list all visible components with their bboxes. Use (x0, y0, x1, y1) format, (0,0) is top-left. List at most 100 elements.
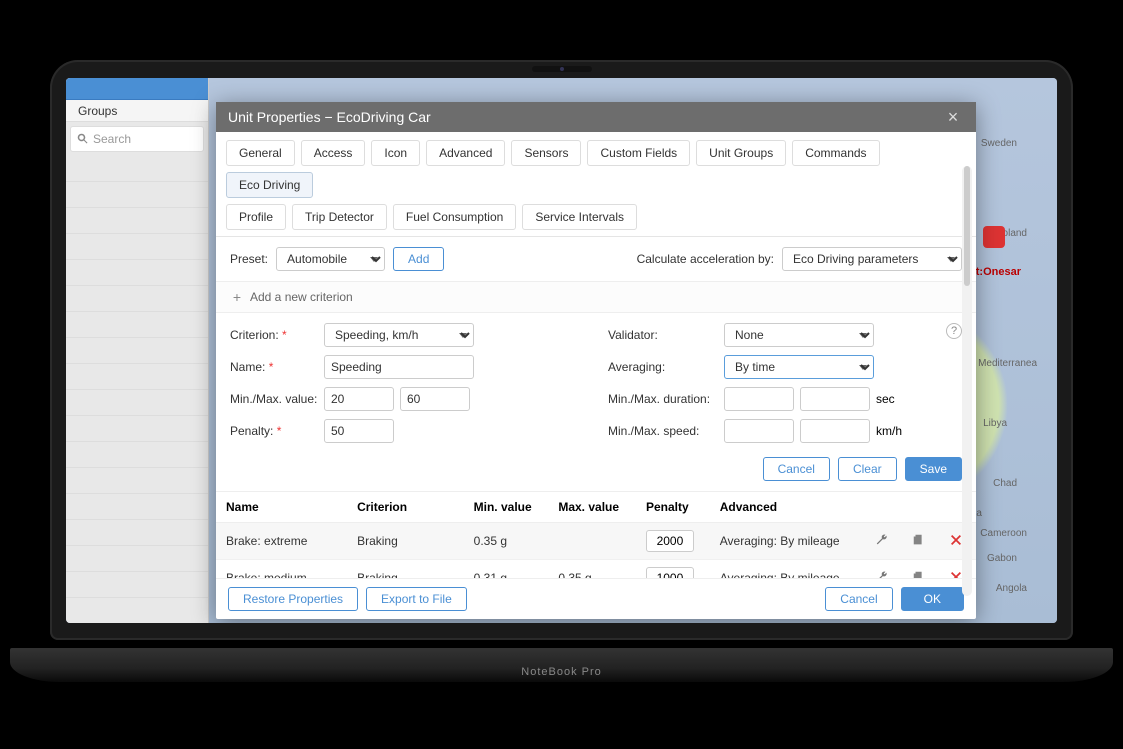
copy-icon[interactable] (912, 570, 926, 579)
list-item[interactable] (66, 390, 208, 416)
column-header[interactable]: Name (216, 492, 347, 523)
column-header[interactable]: Penalty (636, 492, 710, 523)
calc-select[interactable]: Eco Driving parameters (782, 247, 962, 271)
cancel-form-button[interactable]: Cancel (763, 457, 830, 481)
min-duration-input[interactable] (724, 387, 794, 411)
penalty-label: Penalty: (230, 424, 273, 438)
list-item[interactable] (66, 182, 208, 208)
delete-icon[interactable] (949, 570, 963, 579)
add-criterion-row[interactable]: + Add a new criterion (216, 282, 976, 313)
list-item[interactable] (66, 338, 208, 364)
copy-icon[interactable] (912, 533, 926, 547)
tab-general[interactable]: General (226, 140, 295, 166)
column-header[interactable]: Max. value (548, 492, 636, 523)
list-item[interactable] (66, 156, 208, 182)
penalty-cell-input[interactable] (646, 567, 694, 578)
cell-criterion: Braking (347, 523, 464, 560)
map-pin-icon (983, 226, 1005, 248)
column-header[interactable]: Criterion (347, 492, 464, 523)
dialog-ok-button[interactable]: OK (901, 587, 964, 611)
sidebar-tab-groups[interactable]: Groups (66, 100, 208, 122)
list-item[interactable] (66, 312, 208, 338)
cell-max: 0.35 g (548, 560, 636, 579)
calc-label: Calculate acceleration by: (637, 252, 774, 266)
list-item[interactable] (66, 364, 208, 390)
wrench-icon[interactable] (875, 570, 889, 579)
tab-profile[interactable]: Profile (226, 204, 286, 230)
tab-access[interactable]: Access (301, 140, 366, 166)
criterion-select[interactable]: Speeding, km/h (324, 323, 474, 347)
table-row: Brake: mediumBraking0.31 g0.35 gAveragin… (216, 560, 976, 579)
restore-button[interactable]: Restore Properties (228, 587, 358, 611)
wrench-icon[interactable] (875, 533, 889, 547)
add-criterion-label: Add a new criterion (250, 290, 353, 304)
tab-commands[interactable]: Commands (792, 140, 879, 166)
tab-icon[interactable]: Icon (371, 140, 420, 166)
dialog-header[interactable]: Unit Properties − EcoDriving Car × (216, 102, 976, 132)
max-value-input[interactable] (400, 387, 470, 411)
scrollbar[interactable] (962, 166, 972, 596)
list-item[interactable] (66, 546, 208, 572)
add-preset-button[interactable]: Add (393, 247, 444, 271)
tab-custom-fields[interactable]: Custom Fields (587, 140, 690, 166)
list-item[interactable] (66, 494, 208, 520)
save-form-button[interactable]: Save (905, 457, 962, 481)
delete-icon[interactable] (949, 533, 963, 547)
map-label: Cameroon (980, 528, 1027, 539)
dialog-unit-properties: Unit Properties − EcoDriving Car × Gener… (216, 102, 976, 619)
map-label: Chad (993, 478, 1017, 489)
list-item[interactable] (66, 520, 208, 546)
cell-max (548, 523, 636, 560)
min-speed-input[interactable] (724, 419, 794, 443)
duration-label: Min./Max. duration: (608, 392, 718, 406)
help-icon[interactable]: ? (946, 323, 962, 339)
cell-name: Brake: extreme (216, 523, 347, 560)
list-item[interactable] (66, 260, 208, 286)
cell-name: Brake: medium (216, 560, 347, 579)
list-item[interactable] (66, 416, 208, 442)
list-item[interactable] (66, 572, 208, 598)
plus-icon: + (230, 290, 244, 304)
preset-toolbar: Preset: Automobile Add Calculate acceler… (216, 237, 976, 282)
penalty-input[interactable] (324, 419, 394, 443)
minmax-label: Min./Max. value: (230, 392, 318, 406)
close-icon[interactable]: × (942, 106, 964, 128)
list-item[interactable] (66, 468, 208, 494)
averaging-select[interactable]: By time (724, 355, 874, 379)
clear-form-button[interactable]: Clear (838, 457, 897, 481)
list-item[interactable] (66, 442, 208, 468)
penalty-cell-input[interactable] (646, 530, 694, 552)
list-item[interactable] (66, 286, 208, 312)
sidebar-tab-blue[interactable] (66, 78, 208, 100)
min-value-input[interactable] (324, 387, 394, 411)
required-mark: * (282, 328, 287, 342)
column-header[interactable]: Advanced (710, 492, 865, 523)
map-label: Angola (996, 583, 1027, 594)
cell-advanced: Averaging: By mileage (710, 523, 865, 560)
tab-fuel-consumption[interactable]: Fuel Consumption (393, 204, 516, 230)
list-item[interactable] (66, 208, 208, 234)
dialog-cancel-button[interactable]: Cancel (825, 587, 892, 611)
tab-sensors[interactable]: Sensors (511, 140, 581, 166)
column-header[interactable]: Min. value (464, 492, 549, 523)
export-button[interactable]: Export to File (366, 587, 467, 611)
tab-service-intervals[interactable]: Service Intervals (522, 204, 637, 230)
list-item[interactable] (66, 234, 208, 260)
dialog-footer: Restore Properties Export to File Cancel… (216, 578, 976, 619)
name-input[interactable] (324, 355, 474, 379)
required-mark: * (269, 360, 274, 374)
scrollbar-thumb[interactable] (964, 166, 970, 286)
preset-select[interactable]: Automobile (276, 247, 385, 271)
max-speed-input[interactable] (800, 419, 870, 443)
search-input[interactable]: Search (70, 126, 204, 152)
name-label: Name: (230, 360, 265, 374)
tab-advanced[interactable]: Advanced (426, 140, 505, 166)
map-pin-label: t:Onesar (976, 266, 1021, 278)
tab-eco-driving[interactable]: Eco Driving (226, 172, 313, 198)
criteria-table-wrap[interactable]: NameCriterionMin. valueMax. valuePenalty… (216, 492, 976, 578)
max-duration-input[interactable] (800, 387, 870, 411)
validator-select[interactable]: None (724, 323, 874, 347)
tab-unit-groups[interactable]: Unit Groups (696, 140, 786, 166)
duration-unit: sec (876, 392, 895, 406)
tab-trip-detector[interactable]: Trip Detector (292, 204, 387, 230)
